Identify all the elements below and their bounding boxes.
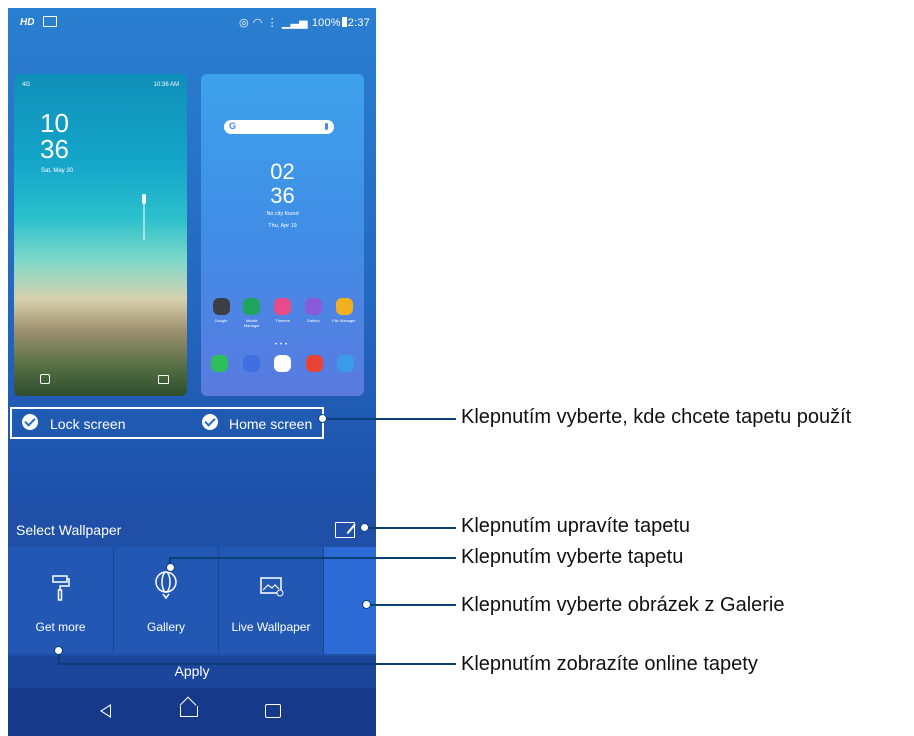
callout-dot-4 xyxy=(362,600,371,609)
boat-wake xyxy=(143,204,145,240)
option-gallery-label: Gallery xyxy=(146,620,185,634)
option-get-more-label: Get more xyxy=(35,620,86,634)
mic-icon xyxy=(325,123,328,130)
battery-icon xyxy=(341,17,347,27)
brush-icon xyxy=(274,298,291,315)
wallpaper-options: Get more Gallery Live Wallpaper xyxy=(8,547,376,654)
camera-icon xyxy=(158,375,169,384)
callout-dot-5 xyxy=(54,646,63,655)
callout-dot-2 xyxy=(360,523,369,532)
home-dock xyxy=(209,355,356,372)
home-clock-min: 36 xyxy=(270,183,295,208)
home-clock-hour: 02 xyxy=(270,159,295,184)
app-file-manager: File Manager xyxy=(332,298,356,328)
app-gallery: Gallery xyxy=(301,298,325,328)
lock-screen-checkbox[interactable] xyxy=(22,414,38,430)
wifi-icon: ◠ xyxy=(252,17,263,29)
page-indicator: ••• xyxy=(274,342,291,348)
option-live-wallpaper-label: Live Wallpaper xyxy=(231,620,311,634)
callout-target: Klepnutím vyberte, kde chcete tapetu pou… xyxy=(461,406,852,428)
phone-screen: HD ◎ ◠ ⋮ ▁▃▅ 100% 2:37 4G 10:36 AM 10 36 Sat,… xyxy=(8,8,376,736)
chrome-icon xyxy=(305,355,323,372)
play-store-icon xyxy=(274,355,291,372)
select-wallpaper-title: Select Wallpaper xyxy=(16,522,122,538)
callout-line-5 xyxy=(58,663,456,665)
lock-screen-preview[interactable]: 4G 10:36 AM 10 36 Sat, May 30 xyxy=(14,74,187,396)
gallery-icon xyxy=(304,298,322,315)
callout-line-3 xyxy=(170,557,456,559)
recent-apps-icon[interactable] xyxy=(265,704,281,718)
lock-signal: 4G xyxy=(22,82,31,88)
home-screen-checkbox[interactable] xyxy=(202,414,218,430)
home-clock: 02 36 xyxy=(201,160,364,208)
folder-icon xyxy=(335,298,353,315)
lock-clock: 10 36 xyxy=(40,110,69,162)
callout-dot-3 xyxy=(166,563,175,572)
apply-button[interactable]: Apply xyxy=(8,656,376,688)
callout-dot-1 xyxy=(318,414,327,423)
lock-shortcut-icon xyxy=(40,374,50,384)
edit-wallpaper-icon[interactable] xyxy=(335,522,355,538)
home-screen-preview[interactable]: G 02 36 No city found Thu, Apr 19 Google… xyxy=(201,74,364,396)
sync-icon: ◎ xyxy=(239,17,249,29)
option-get-more[interactable]: Get more xyxy=(8,547,114,654)
google-logo: G xyxy=(229,121,237,131)
status-time: 2:37 xyxy=(347,17,370,29)
google-search-bar: G xyxy=(224,120,334,134)
target-selector: Lock screen Home screen xyxy=(10,407,324,439)
callout-edit: Klepnutím upravíte tapetu xyxy=(461,515,691,537)
back-icon[interactable] xyxy=(100,704,111,718)
lock-clock-hour: 10 xyxy=(40,108,69,138)
signal-icon: ▁▃▅ xyxy=(281,17,308,29)
app-mobile-manager: Mobile Manager xyxy=(240,298,264,328)
phone-icon xyxy=(211,355,228,372)
paint-roller-icon xyxy=(52,575,70,601)
callout-online: Klepnutím zobrazíte online tapety xyxy=(461,653,758,675)
callout-line-1 xyxy=(320,418,456,420)
lock-small-time: 10:36 AM xyxy=(153,82,179,88)
callout-line-4 xyxy=(366,604,456,606)
option-live-wallpaper[interactable]: Live Wallpaper xyxy=(219,547,324,654)
battery-percent: 100% xyxy=(311,17,341,29)
app-themes: Themes xyxy=(271,298,295,328)
callout-select: Klepnutím vyberte tapetu xyxy=(461,546,684,568)
navigation-bar xyxy=(8,688,376,736)
live-wallpaper-icon xyxy=(260,577,284,597)
home-app-grid: Google Mobile Manager Themes Gallery Fil… xyxy=(209,298,356,328)
status-right: ◎ ◠ ⋮ ▁▃▅ 100% 2:37 xyxy=(239,16,370,29)
image-notification-icon xyxy=(43,16,57,27)
balloon-icon xyxy=(155,571,177,600)
home-screen-label: Home screen xyxy=(229,416,313,432)
lock-clock-min: 36 xyxy=(40,134,69,164)
app-google: Google xyxy=(209,298,233,328)
home-date: Thu, Apr 19 xyxy=(268,223,297,229)
home-icon[interactable] xyxy=(180,706,198,717)
lock-date: Sat, May 30 xyxy=(41,168,74,174)
callout-gallery: Klepnutím vyberte obrázek z Galerie xyxy=(461,594,785,616)
shield-icon xyxy=(243,298,261,315)
boat-image xyxy=(142,194,146,204)
lock-screen-label: Lock screen xyxy=(50,416,126,432)
option-gallery[interactable]: Gallery xyxy=(114,547,219,654)
camera-app-icon xyxy=(337,355,354,372)
status-bar: HD ◎ ◠ ⋮ ▁▃▅ 100% 2:37 xyxy=(8,8,376,40)
callout-line-2 xyxy=(362,527,456,529)
messages-icon xyxy=(242,355,260,372)
google-folder-icon xyxy=(212,298,230,315)
home-city: No city found xyxy=(266,211,299,217)
volte-icon: ⋮ xyxy=(266,17,278,29)
hd-label: HD xyxy=(20,17,35,28)
